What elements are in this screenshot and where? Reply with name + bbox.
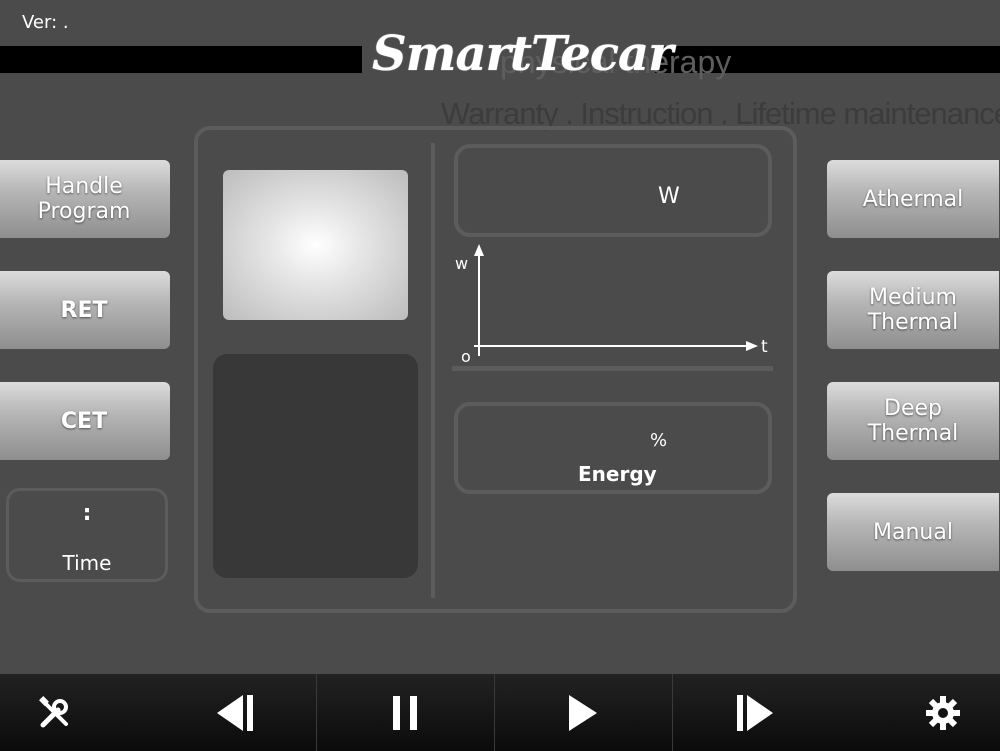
time-value: : xyxy=(82,501,92,526)
tools-button[interactable] xyxy=(20,674,90,751)
energy-unit: % xyxy=(650,430,668,451)
handle-program-label-line1: Handle xyxy=(45,174,123,199)
play-button[interactable] xyxy=(548,674,618,751)
ret-button[interactable]: RET xyxy=(0,271,170,349)
panel-divider xyxy=(431,143,435,598)
manual-button[interactable]: Manual xyxy=(827,493,999,571)
tools-icon xyxy=(39,695,68,727)
manual-label: Manual xyxy=(873,519,953,545)
handle-image-area xyxy=(213,354,418,578)
handle-program-label-line2: Program xyxy=(37,199,131,224)
previous-icon xyxy=(217,694,253,731)
energy-display: % Energy xyxy=(454,402,772,494)
settings-button[interactable] xyxy=(908,674,978,751)
cet-button-label: CET xyxy=(60,408,108,434)
power-unit: W xyxy=(658,184,680,209)
time-display: : Time xyxy=(6,488,168,582)
version-label: Ver: . xyxy=(22,12,69,33)
origin-label: o xyxy=(461,347,471,366)
energy-label: Energy xyxy=(578,462,657,486)
deep-thermal-label-line1: Deep xyxy=(884,396,942,421)
pause-icon xyxy=(393,695,417,730)
toolbar-separator xyxy=(316,674,317,751)
medium-thermal-label-line1: Medium xyxy=(869,285,957,310)
cet-button[interactable]: CET xyxy=(0,382,170,460)
athermal-label: Athermal xyxy=(862,186,964,212)
pause-button[interactable] xyxy=(370,674,440,751)
deep-thermal-label-line2: Thermal xyxy=(867,421,959,446)
x-axis-label: t xyxy=(761,337,768,357)
header-band-left xyxy=(0,46,362,73)
power-display: W xyxy=(454,144,772,237)
previous-button[interactable] xyxy=(200,674,270,751)
graph-baseline xyxy=(452,366,773,371)
next-button[interactable] xyxy=(720,674,790,751)
y-axis-label: w xyxy=(455,254,468,273)
settings-gear-icon xyxy=(926,695,960,730)
bottom-toolbar xyxy=(0,674,1000,751)
next-icon xyxy=(737,694,773,731)
toolbar-separator xyxy=(494,674,495,751)
ret-button-label: RET xyxy=(60,297,108,323)
time-label: Time xyxy=(62,551,112,575)
deep-thermal-button[interactable]: Deep Thermal xyxy=(827,382,999,460)
toolbar-separator xyxy=(672,674,673,751)
power-time-graph: w t o xyxy=(455,244,768,366)
handle-preview-light xyxy=(223,170,408,320)
athermal-button[interactable]: Athermal xyxy=(827,160,999,238)
smarttecar-logo: SmartTecar xyxy=(372,26,673,82)
handle-program-button[interactable]: Handle Program xyxy=(0,160,170,238)
medium-thermal-button[interactable]: Medium Thermal xyxy=(827,271,999,349)
play-icon xyxy=(569,694,597,731)
medium-thermal-label-line2: Thermal xyxy=(867,310,959,335)
